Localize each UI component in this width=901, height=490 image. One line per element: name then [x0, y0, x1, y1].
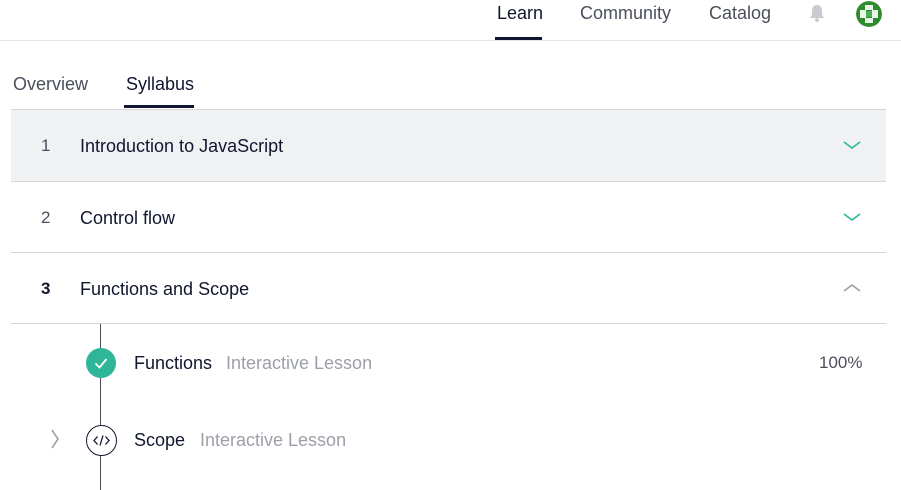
- tab-overview[interactable]: Overview: [13, 74, 88, 95]
- module-title: Control flow: [80, 208, 176, 228]
- module-title: Introduction to JavaScript: [80, 136, 284, 156]
- tab-active-underline: [124, 105, 194, 108]
- module-number: 2: [41, 208, 51, 227]
- lesson-type: Interactive Lesson: [200, 430, 347, 450]
- chevron-down-icon[interactable]: [842, 138, 862, 150]
- bell-icon[interactable]: [807, 3, 827, 23]
- chevron-right-icon[interactable]: [49, 428, 61, 450]
- nav-catalog-link[interactable]: Catalog: [709, 3, 771, 24]
- code-icon: [86, 425, 117, 456]
- top-nav: Learn Community Catalog: [0, 0, 901, 41]
- module-row[interactable]: 3 Functions and Scope: [11, 252, 886, 324]
- module-row[interactable]: 2 Control flow: [11, 181, 886, 253]
- nav-active-underline: [495, 37, 542, 40]
- lesson-type: Interactive Lesson: [226, 353, 373, 373]
- avatar-icon[interactable]: [856, 1, 882, 27]
- tab-syllabus[interactable]: Syllabus: [126, 74, 194, 95]
- nav-learn-link[interactable]: Learn: [497, 3, 543, 24]
- chevron-down-icon[interactable]: [842, 210, 862, 222]
- lesson-name[interactable]: Functions: [134, 353, 212, 374]
- lesson-progress: 100%: [819, 353, 863, 372]
- module-row[interactable]: 1 Introduction to JavaScript: [11, 109, 886, 181]
- nav-community-link[interactable]: Community: [580, 3, 671, 24]
- module-number: 3: [41, 279, 51, 298]
- chevron-up-icon[interactable]: [842, 281, 862, 293]
- lesson-name[interactable]: Scope: [134, 430, 185, 451]
- check-icon: [86, 348, 116, 378]
- module-title: Functions and Scope: [80, 279, 250, 299]
- module-number: 1: [41, 136, 51, 155]
